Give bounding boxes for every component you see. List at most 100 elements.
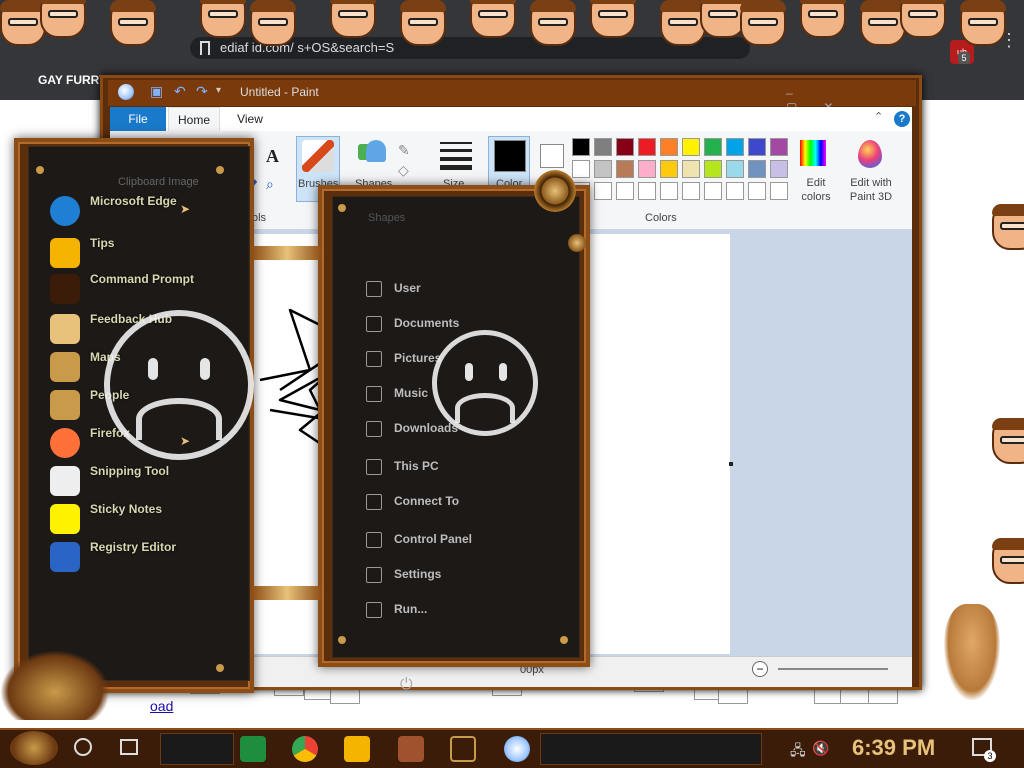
palette-swatch[interactable] <box>748 138 766 156</box>
place-item[interactable]: Settings <box>366 563 566 589</box>
palette-swatch[interactable] <box>726 138 744 156</box>
cartoon-head-icon <box>470 0 516 38</box>
palette-swatch[interactable] <box>704 160 722 178</box>
firefox-icon <box>50 428 80 458</box>
app-item[interactable]: Sticky Notes <box>50 502 240 536</box>
documents-icon <box>366 316 382 332</box>
palette-swatch[interactable] <box>594 138 612 156</box>
palette-swatch[interactable] <box>660 160 678 178</box>
palette-swatch[interactable] <box>748 182 766 200</box>
app-label: Command Prompt <box>90 272 195 286</box>
power-icon[interactable]: ⏻ <box>400 676 413 694</box>
edit-colors-icon[interactable] <box>800 140 826 166</box>
cartoon-head-icon <box>800 0 846 38</box>
palette-swatch[interactable] <box>704 182 722 200</box>
window-controls[interactable]: –▢✕ <box>786 86 890 114</box>
paint-app-icon[interactable] <box>118 84 134 100</box>
color2-swatch[interactable] <box>540 144 564 168</box>
bookmark-star-icon[interactable] <box>200 41 210 55</box>
cortana-icon[interactable] <box>74 738 92 756</box>
magnifier-icon[interactable]: ⌕ <box>266 176 274 193</box>
save-icon[interactable]: ▣ <box>150 84 164 98</box>
cartoon-head-icon <box>530 0 576 46</box>
network-icon[interactable]: 🖧 <box>790 740 806 764</box>
palette-swatch[interactable] <box>726 182 744 200</box>
collapse-ribbon-icon[interactable]: ⌃ <box>874 110 883 123</box>
chrome-icon[interactable] <box>292 736 318 762</box>
place-item[interactable]: Run... <box>366 598 566 624</box>
tab-file[interactable]: File <box>110 107 166 131</box>
paint-taskbar-icon[interactable] <box>504 736 530 762</box>
app-item[interactable]: Microsoft Edge ➤ <box>50 194 240 228</box>
cartoon-head-icon <box>960 0 1006 46</box>
taskbar-search-box[interactable] <box>160 733 234 765</box>
sheets-icon[interactable] <box>240 736 266 762</box>
shapes-icon[interactable] <box>358 140 386 168</box>
place-label: Pictures <box>394 351 442 365</box>
game-icon[interactable] <box>398 736 424 762</box>
download-link[interactable]: oad <box>150 698 173 714</box>
palette-swatch[interactable] <box>616 138 634 156</box>
cartoon-head-icon <box>110 0 156 46</box>
palette-swatch[interactable] <box>704 138 722 156</box>
undo-icon[interactable]: ↶ <box>174 84 188 98</box>
settings-icon <box>366 567 382 583</box>
text-tool-icon[interactable]: A <box>266 146 279 167</box>
place-item[interactable]: This PC <box>366 455 566 481</box>
help-icon[interactable]: ? <box>894 111 910 127</box>
palette-swatch[interactable] <box>682 138 700 156</box>
tab-view[interactable]: View <box>228 107 272 131</box>
cartoon-head-icon <box>590 0 636 38</box>
canvas-resize-handle[interactable] <box>729 462 733 466</box>
cartoon-head-icon <box>740 0 786 46</box>
zoom-slider[interactable] <box>778 668 888 670</box>
quick-access-dropdown-icon[interactable]: ▾ <box>216 84 230 98</box>
palette-swatch[interactable] <box>572 160 590 178</box>
palette-swatch[interactable] <box>616 182 634 200</box>
redo-icon[interactable]: ↷ <box>196 84 210 98</box>
palette-swatch[interactable] <box>638 160 656 178</box>
palette-swatch[interactable] <box>682 160 700 178</box>
size-icon[interactable] <box>440 140 472 170</box>
file-explorer-icon[interactable] <box>344 736 370 762</box>
cartoon-head-icon <box>330 0 376 38</box>
tab-home[interactable]: Home <box>168 107 220 131</box>
outline-icon[interactable]: ✎ <box>398 142 410 159</box>
palette-swatch[interactable] <box>770 160 788 178</box>
palette-swatch[interactable] <box>748 160 766 178</box>
start-button[interactable] <box>10 731 58 765</box>
palette-swatch[interactable] <box>682 182 700 200</box>
app-item[interactable]: Tips <box>50 236 240 270</box>
palette-swatch[interactable] <box>638 138 656 156</box>
app-item[interactable]: Registry Editor <box>50 540 240 574</box>
palette-swatch[interactable] <box>660 138 678 156</box>
clock[interactable]: 6:39 PM <box>852 735 935 761</box>
extension-count: 5 <box>958 52 970 64</box>
app-item[interactable]: Command Prompt <box>50 272 240 306</box>
steampunk-machine <box>0 650 110 720</box>
palette-swatch[interactable] <box>638 182 656 200</box>
sad-face-icon <box>104 310 254 460</box>
palette-swatch[interactable] <box>616 160 634 178</box>
place-item[interactable]: Control Panel <box>366 528 566 554</box>
command-prompt-taskbar-icon[interactable] <box>450 736 476 762</box>
command-prompt-icon <box>50 274 80 304</box>
palette-swatch[interactable] <box>572 138 590 156</box>
place-item[interactable]: User <box>366 277 566 303</box>
app-item[interactable]: Snipping Tool <box>50 464 240 498</box>
palette-swatch[interactable] <box>770 138 788 156</box>
palette-swatch[interactable] <box>660 182 678 200</box>
palette-swatch[interactable] <box>770 182 788 200</box>
fill-icon[interactable]: ◇ <box>398 162 409 179</box>
palette-swatch[interactable] <box>594 182 612 200</box>
zoom-out-button[interactable]: − <box>752 661 768 677</box>
place-item[interactable]: Connect To <box>366 490 566 516</box>
cartoon-head-icon <box>900 0 946 38</box>
paint3d-icon[interactable] <box>858 140 882 168</box>
palette-swatch[interactable] <box>594 160 612 178</box>
volume-muted-icon[interactable]: 🔇 <box>812 740 829 757</box>
palette-swatch[interactable] <box>726 160 744 178</box>
bookmark-item[interactable]: GAY FURRY <box>38 73 107 87</box>
snipping-tool-icon <box>50 466 80 496</box>
task-view-icon[interactable] <box>120 739 138 755</box>
